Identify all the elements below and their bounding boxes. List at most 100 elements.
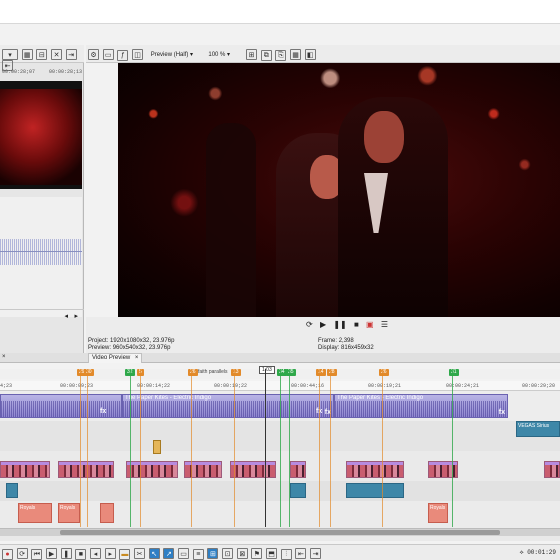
insert-icon[interactable]: ⇥ xyxy=(65,49,77,60)
blue-clip[interactable] xyxy=(6,483,18,498)
video-clip[interactable] xyxy=(126,461,178,478)
envelope-tool-icon[interactable]: ↗ xyxy=(163,548,175,559)
fx-icon[interactable]: ƒ xyxy=(117,49,129,61)
marker-26b[interactable]: 26 xyxy=(379,369,389,376)
trimmer-bottom-bar: ◂ ▸ xyxy=(0,309,84,321)
marker-26a[interactable]: 26 xyxy=(188,369,198,376)
frame-label: Frame: xyxy=(318,338,338,344)
selection-tool-icon[interactable]: ▭ xyxy=(178,548,190,559)
loop-button[interactable]: ⟳ xyxy=(16,548,28,559)
close-icon[interactable]: ✕ xyxy=(51,49,63,60)
marker-28[interactable]: 28 xyxy=(327,369,337,376)
trim-start-icon[interactable]: ⇤ xyxy=(295,548,307,559)
transport-controls: ⟳ ▶ ❚❚ ■ ▣ ☰ xyxy=(306,320,388,329)
salmon-clip[interactable]: Royals xyxy=(58,503,80,523)
video-clip[interactable] xyxy=(428,461,458,478)
video-clip[interactable] xyxy=(346,461,404,478)
tab-close-icon[interactable]: × xyxy=(135,355,139,361)
trimmer-audio-waveform[interactable] xyxy=(0,197,82,317)
split-screen-icon[interactable]: ◫ xyxy=(132,49,144,60)
region-insert-icon[interactable]: ⬒ xyxy=(266,548,278,559)
loop-icon[interactable]: ⟳ xyxy=(306,320,313,329)
fx-icon[interactable]: fx xyxy=(499,409,505,416)
snapshot-icon[interactable]: ◧ xyxy=(304,49,316,60)
grid-icon[interactable]: ▦ xyxy=(21,49,33,60)
next-frame-button[interactable]: ▸ xyxy=(104,548,116,559)
fx-icon[interactable]: fx xyxy=(100,408,106,415)
preview-quality-dropdown[interactable]: Preview (Half) ▾ xyxy=(151,51,207,58)
trimmer-panel: ▾ ▦ ⊟ ✕ ⇥ ⇤ 00:00:28;07 00:00:28;13 ◂ ▸ xyxy=(0,45,84,363)
grid-toggle-icon[interactable]: ▦ xyxy=(290,49,302,60)
lock-envelopes-icon[interactable]: ⊠ xyxy=(236,548,248,559)
blue-clip[interactable] xyxy=(290,483,306,498)
record-button[interactable]: ● xyxy=(2,548,13,560)
auto-ripple-icon[interactable]: ≡ xyxy=(192,548,204,560)
prev-frame-button[interactable]: ◂ xyxy=(90,548,102,559)
timeline-tracks[interactable]: The Paper Kites - Electric Indigo fx The… xyxy=(0,369,560,541)
video-preview-tab-label: Video Preview xyxy=(92,355,131,361)
blue-clip[interactable] xyxy=(346,483,404,498)
trim-end-icon[interactable]: ⇥ xyxy=(310,548,322,559)
playhead-label[interactable]: 1:03 xyxy=(259,366,275,374)
stop-button[interactable]: ■ xyxy=(75,548,87,560)
play-from-start-button[interactable]: ⏮ xyxy=(31,549,43,560)
waveform-centerline xyxy=(0,251,82,252)
display-value: 816x459x32 xyxy=(341,345,374,351)
more-icon[interactable]: ☰ xyxy=(381,320,388,329)
video-clip[interactable] xyxy=(290,461,306,478)
cut-icon[interactable]: ✂ xyxy=(134,548,146,559)
folder-icon[interactable]: ▬ xyxy=(119,548,131,560)
marker-14[interactable]: 14 xyxy=(316,369,326,376)
left-tab-close-icon[interactable]: × xyxy=(2,354,6,360)
settings-icon[interactable]: ⚙ xyxy=(88,49,99,60)
play-button[interactable]: ▶ xyxy=(46,548,58,559)
split-icon[interactable]: ⊟ xyxy=(36,49,48,60)
right-media-clip[interactable]: VEGAS Sirius xyxy=(516,421,560,437)
project-value: 1920x1080x32, 23.976p xyxy=(110,338,175,344)
pause-icon[interactable]: ❚❚ xyxy=(333,320,346,329)
salmon-clip[interactable]: Royals xyxy=(428,503,448,523)
snapping-icon[interactable]: ⊞ xyxy=(207,548,219,559)
video-clip[interactable] xyxy=(184,461,222,478)
video-preview-tab[interactable]: Video Preview × xyxy=(88,353,143,363)
grid-snap-icon[interactable]: ⊡ xyxy=(222,548,234,559)
pause-button[interactable]: ❚ xyxy=(60,548,72,559)
timeline-scrollbar[interactable] xyxy=(0,528,560,536)
trimmer-video-thumbnail[interactable] xyxy=(0,81,82,189)
external-monitor-icon[interactable]: ▭ xyxy=(102,49,114,60)
video-preview-frame[interactable] xyxy=(118,63,560,317)
playhead-line[interactable] xyxy=(265,369,266,527)
save-snapshot-icon[interactable]: ⎘ xyxy=(275,50,287,61)
salmon-clip[interactable]: Royals xyxy=(18,503,52,523)
video-clip[interactable] xyxy=(230,461,276,478)
salmon-clip[interactable] xyxy=(100,503,114,523)
normal-edit-tool-icon[interactable]: ↖ xyxy=(148,548,160,559)
trimmer-prev-icon[interactable]: ◂ xyxy=(64,312,68,320)
marker-30[interactable]: 30 xyxy=(84,369,94,376)
record-icon[interactable]: ▣ xyxy=(366,320,374,329)
video-clip[interactable] xyxy=(0,461,50,478)
dropdown-icon[interactable]: ▾ xyxy=(2,49,18,60)
split-tool-icon[interactable]: ⫶ xyxy=(280,549,292,560)
copy-snapshot-icon[interactable]: ⧉ xyxy=(260,50,272,61)
video-clip[interactable] xyxy=(544,461,560,478)
audio-clip-electric-indigo-2[interactable]: The Paper Kites - Electric Indigo fx xyxy=(334,394,508,418)
play-icon[interactable]: ▶ xyxy=(320,320,326,329)
scrollbar-thumb[interactable] xyxy=(60,530,500,535)
ruler-label-7: 00:00:29;20 xyxy=(522,383,556,389)
small-clip[interactable] xyxy=(153,440,161,454)
trimmer-next-icon[interactable]: ▸ xyxy=(74,312,78,320)
marker-35[interactable]: 35 xyxy=(286,369,296,376)
background-figure xyxy=(206,123,256,317)
audio-clip-electric-indigo-1[interactable]: The Paper Kites - Electric Indigo fx xyxy=(122,394,334,418)
stop-icon[interactable]: ■ xyxy=(354,320,359,329)
marker-31[interactable]: 31 xyxy=(449,369,459,376)
timecode-value: 00:01:29 xyxy=(527,549,556,556)
dock-tab-strip: × Video Preview × xyxy=(0,353,560,363)
marker-line xyxy=(191,369,192,527)
marker-insert-icon[interactable]: ⚑ xyxy=(251,548,263,559)
overlays-icon[interactable]: ⊞ xyxy=(246,49,258,60)
zoom-dropdown[interactable]: 100 % ▾ xyxy=(208,51,244,58)
marker-13[interactable]: 13 xyxy=(231,369,241,376)
video-clip[interactable] xyxy=(58,461,114,478)
